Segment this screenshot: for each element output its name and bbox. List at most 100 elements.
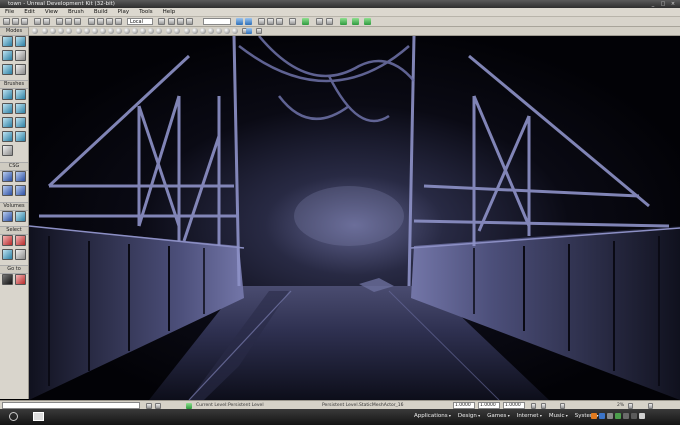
matinee-icon[interactable] — [256, 28, 262, 34]
autosave-icon[interactable] — [628, 402, 633, 409]
terrain-mode-icon[interactable] — [2, 50, 13, 61]
unlit-icon[interactable] — [92, 28, 98, 34]
taskbar-internet[interactable]: Internet — [517, 409, 542, 423]
battery-icon[interactable] — [623, 413, 629, 419]
invert-selection-icon[interactable] — [2, 249, 13, 260]
toolbar-search-input[interactable] — [203, 18, 231, 25]
mobile-preview-icon[interactable] — [326, 18, 333, 25]
menu-brush[interactable]: Brush — [63, 8, 89, 16]
hide-selected-icon[interactable] — [15, 235, 26, 246]
rss-icon[interactable] — [591, 413, 597, 419]
texture-density-icon[interactable] — [132, 28, 138, 34]
geometry-mode-icon[interactable] — [15, 36, 26, 47]
scale-icon[interactable] — [115, 18, 122, 25]
menu-help[interactable]: Help — [158, 8, 181, 16]
spiral-stair-brush-icon[interactable] — [2, 131, 13, 142]
os-logo-icon[interactable] — [9, 412, 18, 421]
taskbar-music[interactable]: Music — [549, 409, 568, 423]
save-icon[interactable] — [21, 18, 28, 25]
start-game-icon[interactable] — [340, 18, 347, 25]
keyboard-icon[interactable] — [639, 413, 645, 419]
scale-grid-icon[interactable] — [560, 402, 565, 409]
drag-grid-icon[interactable] — [531, 402, 536, 409]
udk-window-icon[interactable] — [33, 412, 44, 421]
rotate-icon[interactable] — [106, 18, 113, 25]
camera-mode-icon[interactable] — [2, 36, 13, 47]
grid-x-field[interactable]: 1.0000 — [453, 402, 475, 409]
volume-filter-icon[interactable] — [15, 211, 26, 222]
grid-icon[interactable] — [232, 28, 238, 34]
menu-play[interactable]: Play — [113, 8, 134, 16]
maximize-button[interactable]: □ — [660, 1, 666, 7]
minimize-button[interactable]: _ — [650, 1, 656, 7]
console-icon[interactable] — [316, 18, 323, 25]
lighting-only-icon[interactable] — [116, 28, 122, 34]
go-to-builder-brush-icon[interactable] — [15, 274, 26, 285]
build-all-icon[interactable] — [276, 18, 283, 25]
open-icon[interactable] — [12, 18, 19, 25]
shader-complexity-icon[interactable] — [140, 28, 146, 34]
light-complexity-icon[interactable] — [124, 28, 130, 34]
preferences-icon[interactable] — [648, 402, 653, 409]
menu-tools[interactable]: Tools — [134, 8, 158, 16]
perspective-viewport[interactable] — [29, 36, 680, 400]
play-button[interactable] — [364, 18, 371, 25]
translate-icon[interactable] — [97, 18, 104, 25]
build-cover-icon[interactable] — [267, 18, 274, 25]
streaming-volume-icon[interactable] — [208, 28, 214, 34]
add-volume-icon[interactable] — [2, 211, 13, 222]
light-map-resolution-icon[interactable] — [156, 28, 162, 34]
close-button[interactable]: × — [670, 1, 676, 7]
select-mode-icon[interactable] — [88, 18, 95, 25]
cube-brush-icon[interactable] — [2, 89, 13, 100]
rotation-grid-icon[interactable] — [541, 402, 546, 409]
cone-brush-icon[interactable] — [15, 89, 26, 100]
volumetric-brush-icon[interactable] — [2, 145, 13, 156]
lock-view-icon[interactable] — [174, 28, 180, 34]
curved-stair-brush-icon[interactable] — [2, 103, 13, 114]
post-process-icon[interactable] — [216, 28, 222, 34]
cut-icon[interactable] — [56, 18, 63, 25]
menu-build[interactable]: Build — [89, 8, 113, 16]
play-on-pc-icon[interactable] — [352, 18, 359, 25]
kismet-status-icon[interactable] — [146, 402, 152, 409]
show-flags-icon[interactable] — [192, 28, 198, 34]
grid-z-field[interactable]: 1.0000 — [503, 402, 525, 409]
csg-subtract-icon[interactable] — [15, 171, 26, 182]
build-paths-icon[interactable] — [258, 18, 265, 25]
search-icon[interactable] — [158, 18, 165, 25]
display-icon[interactable] — [631, 413, 637, 419]
sheet-brush-icon[interactable] — [15, 117, 26, 128]
side-view-icon[interactable] — [58, 28, 64, 34]
show-selected-icon[interactable] — [2, 235, 13, 246]
menu-view[interactable]: View — [40, 8, 63, 16]
play-in-viewport-icon[interactable] — [246, 28, 252, 34]
detail-lighting-icon[interactable] — [108, 28, 114, 34]
coord-system-select[interactable]: Local — [127, 18, 153, 25]
go-to-actor-icon[interactable] — [2, 274, 13, 285]
lit-icon[interactable] — [100, 28, 106, 34]
mesh-paint-mode-icon[interactable] — [2, 64, 13, 75]
realtime-icon[interactable] — [166, 28, 172, 34]
cylinder-brush-icon[interactable] — [15, 103, 26, 114]
camera-speed-icon[interactable] — [200, 28, 206, 34]
brush-wireframe-icon[interactable] — [76, 28, 82, 34]
undo-icon[interactable] — [34, 18, 41, 25]
update-icon[interactable] — [615, 413, 621, 419]
sphere-brush-icon[interactable] — [15, 131, 26, 142]
csg-deintersect-icon[interactable] — [15, 185, 26, 196]
perspective-icon[interactable] — [42, 28, 48, 34]
grid-y-field[interactable]: 1.0000 — [478, 402, 500, 409]
wireframe-icon[interactable] — [84, 28, 90, 34]
game-view-icon[interactable] — [184, 28, 190, 34]
command-input[interactable] — [2, 402, 140, 409]
kismet-icon[interactable] — [186, 18, 193, 25]
taskbar-games[interactable]: Games — [487, 409, 510, 423]
lightmap-density-icon[interactable] — [148, 28, 154, 34]
menu-edit[interactable]: Edit — [19, 8, 40, 16]
new-icon[interactable] — [3, 18, 10, 25]
viewport-options-icon[interactable] — [32, 28, 38, 34]
generic-browser-icon[interactable] — [177, 18, 184, 25]
csg-intersect-icon[interactable] — [2, 185, 13, 196]
play-in-editor-icon[interactable] — [302, 18, 309, 25]
